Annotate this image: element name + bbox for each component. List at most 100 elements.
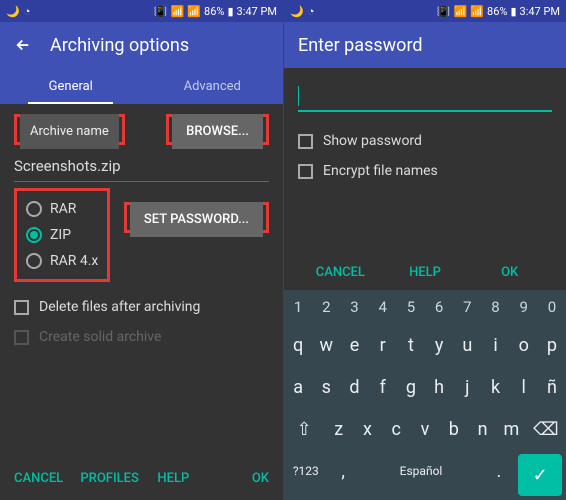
radio-zip[interactable]: ZIP	[26, 222, 98, 248]
key-k[interactable]: k	[481, 366, 509, 408]
radio-rar[interactable]: RAR	[26, 196, 98, 222]
key-n[interactable]: n	[468, 408, 497, 450]
key-i[interactable]: i	[481, 324, 509, 366]
key-u[interactable]: u	[453, 324, 481, 366]
content-area: Archive name BROWSE... Screenshots.zip R…	[0, 104, 283, 500]
key-y[interactable]: y	[425, 324, 453, 366]
profiles-button[interactable]: PROFILES	[78, 471, 142, 486]
help-button[interactable]: HELP	[142, 471, 206, 486]
key-o[interactable]: o	[510, 324, 538, 366]
key-w[interactable]: w	[312, 324, 340, 366]
screen-enter-password: 🌙 ◔ 📳 📶 📶 86% ▮ 3:47 PM Enter password S…	[283, 0, 566, 500]
key-symbols[interactable]: ?123	[284, 450, 328, 492]
highlight-box: BROWSE...	[166, 114, 269, 145]
key-9[interactable]: 9	[510, 290, 538, 324]
status-bar: 🌙 ◔ 📳 📶 📶 86% ▮ 3:47 PM	[284, 0, 566, 22]
moon-icon: 🌙	[290, 5, 304, 18]
key-e[interactable]: e	[340, 324, 368, 366]
checkbox-show-password[interactable]: Show password	[298, 126, 552, 156]
battery-text: 86%	[487, 5, 507, 18]
key-shift[interactable]: ⇧	[284, 408, 324, 450]
key-j[interactable]: j	[453, 366, 481, 408]
wifi-icon: 📶	[171, 5, 185, 18]
radio-rar4x[interactable]: RAR 4.x	[26, 248, 98, 274]
key-6[interactable]: 6	[425, 290, 453, 324]
key-p[interactable]: p	[538, 324, 566, 366]
browse-button[interactable]: BROWSE...	[172, 114, 263, 149]
highlight-box: RAR ZIP RAR 4.x	[14, 188, 110, 282]
ok-button[interactable]: OK	[205, 471, 269, 486]
highlight-box: SET PASSWORD...	[124, 202, 269, 233]
dialog-actions: CANCEL HELP OK	[298, 245, 552, 290]
set-password-button[interactable]: SET PASSWORD...	[130, 202, 263, 237]
tab-advanced[interactable]: Advanced	[142, 68, 284, 104]
app-bar: Archiving options	[0, 22, 283, 68]
key-space[interactable]: Español	[359, 450, 484, 492]
key-x[interactable]: x	[353, 408, 382, 450]
signal-icon: 📶	[187, 5, 201, 18]
cancel-button[interactable]: CANCEL	[298, 265, 383, 280]
key-g[interactable]: g	[397, 366, 425, 408]
archive-name-label: Archive name	[20, 114, 119, 149]
checkbox-delete-after[interactable]: Delete files after archiving	[14, 292, 269, 322]
tab-general[interactable]: General	[0, 68, 142, 104]
app-icon: ◔	[308, 5, 315, 18]
vibrate-icon: 📳	[154, 5, 168, 18]
status-bar: 🌙 ◔ 📳 📶 📶 86% ▮ 3:47 PM	[0, 0, 283, 22]
battery-text: 86%	[204, 5, 224, 18]
checkbox-solid-archive: Create solid archive	[14, 322, 269, 352]
moon-icon: 🌙	[6, 5, 20, 18]
key-ñ[interactable]: ñ	[538, 366, 566, 408]
checkbox-encrypt-names[interactable]: Encrypt file names	[298, 156, 552, 186]
key-2[interactable]: 2	[312, 290, 340, 324]
key-3[interactable]: 3	[340, 290, 368, 324]
key-c[interactable]: c	[382, 408, 411, 450]
key-m[interactable]: m	[497, 408, 526, 450]
highlight-box: Archive name	[14, 114, 125, 145]
key-h[interactable]: h	[425, 366, 453, 408]
key-r[interactable]: r	[369, 324, 397, 366]
back-icon[interactable]	[14, 36, 32, 54]
key-v[interactable]: v	[411, 408, 440, 450]
footer-actions: CANCEL PROFILES HELP OK	[0, 457, 283, 500]
key-enter[interactable]: ✓	[518, 454, 562, 496]
key-4[interactable]: 4	[369, 290, 397, 324]
key-s[interactable]: s	[312, 366, 340, 408]
cancel-button[interactable]: CANCEL	[14, 471, 78, 486]
battery-icon: ▮	[510, 5, 516, 18]
ok-button[interactable]: OK	[467, 265, 552, 280]
vibrate-icon: 📳	[437, 5, 451, 18]
key-backspace[interactable]: ⌫	[526, 408, 566, 450]
signal-icon: 📶	[470, 5, 484, 18]
password-input[interactable]	[298, 84, 552, 112]
key-1[interactable]: 1	[284, 290, 312, 324]
content-area: Show password Encrypt file names CANCEL …	[284, 68, 566, 290]
key-b[interactable]: b	[439, 408, 468, 450]
app-bar: Enter password	[284, 22, 566, 68]
keyboard: 1234567890 qwertyuiop asdfghjklñ ⇧zxcvbn…	[284, 290, 566, 500]
screen-archiving-options: 🌙 ◔ 📳 📶 📶 86% ▮ 3:47 PM Archiving option…	[0, 0, 283, 500]
page-title: Archiving options	[50, 35, 189, 56]
filename-input[interactable]: Screenshots.zip	[14, 157, 269, 182]
clock: 3:47 PM	[520, 5, 560, 18]
key-f[interactable]: f	[369, 366, 397, 408]
key-a[interactable]: a	[284, 366, 312, 408]
key-q[interactable]: q	[284, 324, 312, 366]
key-8[interactable]: 8	[481, 290, 509, 324]
key-l[interactable]: l	[510, 366, 538, 408]
key-z[interactable]: z	[324, 408, 353, 450]
battery-icon: ▮	[227, 5, 233, 18]
key-comma[interactable]: ,	[328, 450, 359, 492]
key-0[interactable]: 0	[538, 290, 566, 324]
key-d[interactable]: d	[340, 366, 368, 408]
wifi-icon: 📶	[454, 5, 468, 18]
page-title: Enter password	[298, 35, 423, 56]
key-t[interactable]: t	[397, 324, 425, 366]
tabs: General Advanced	[0, 68, 283, 104]
app-icon: ◔	[24, 5, 31, 18]
clock: 3:47 PM	[237, 5, 277, 18]
key-period[interactable]: .	[483, 450, 514, 492]
key-7[interactable]: 7	[453, 290, 481, 324]
key-5[interactable]: 5	[397, 290, 425, 324]
help-button[interactable]: HELP	[383, 265, 468, 280]
